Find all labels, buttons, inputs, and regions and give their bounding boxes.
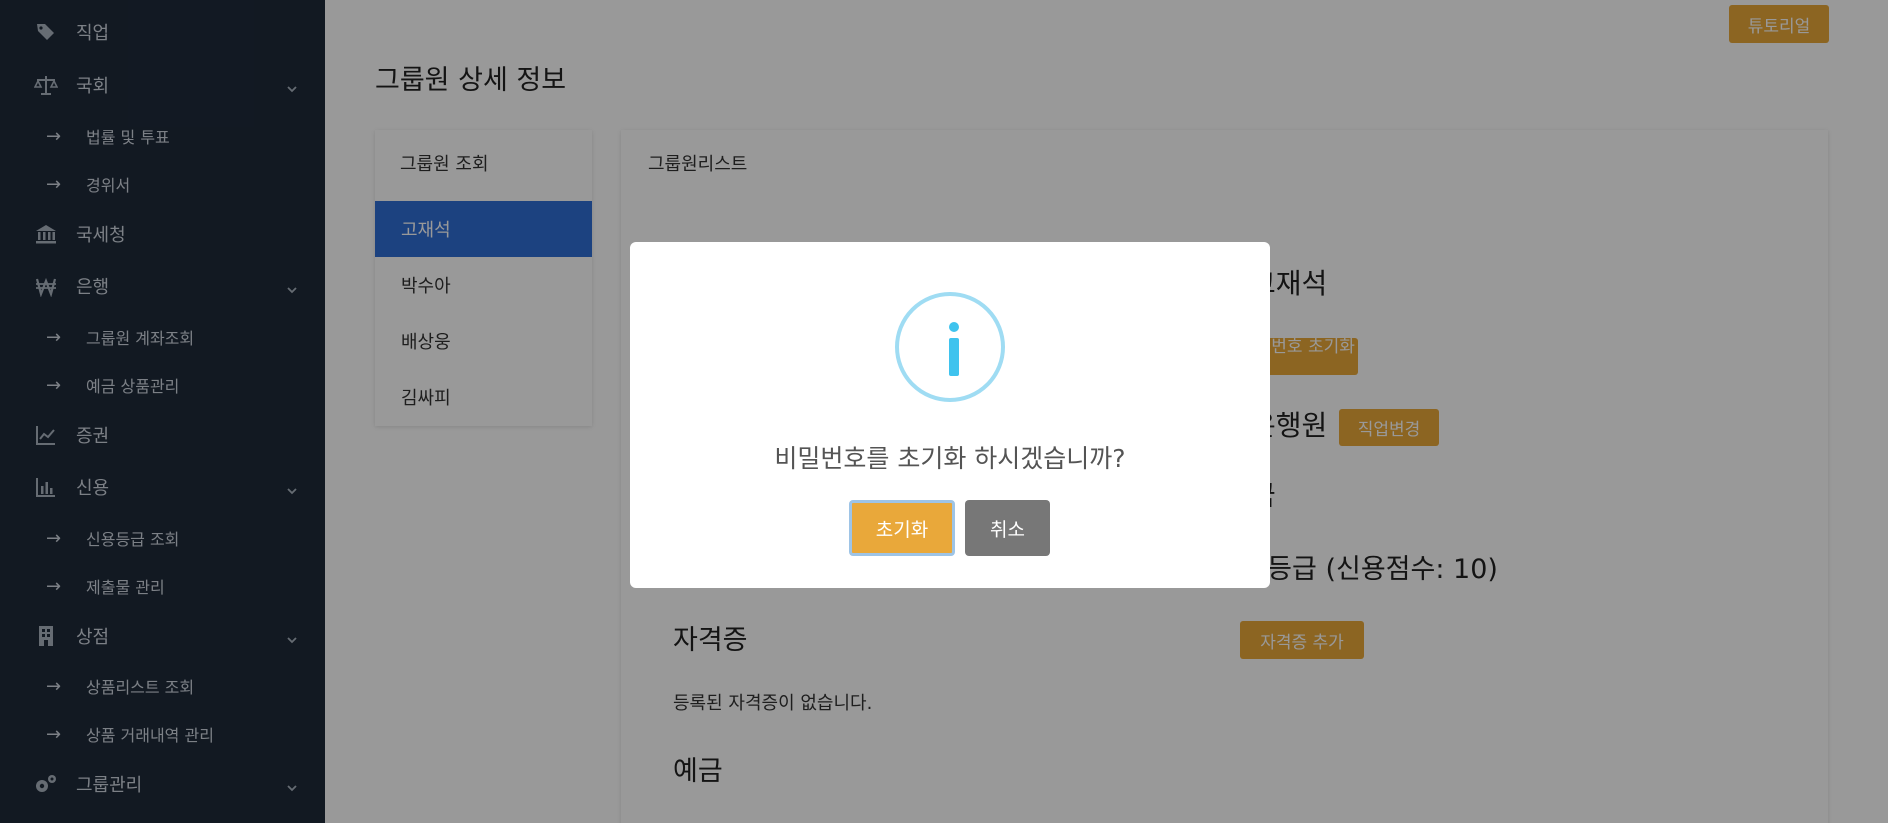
- cancel-button[interactable]: 취소: [965, 500, 1050, 556]
- confirm-modal: 비밀번호를 초기화 하시겠습니까? 초기화 취소: [630, 242, 1270, 588]
- modal-message: 비밀번호를 초기화 하시겠습니까?: [774, 444, 1126, 473]
- info-icon: [895, 292, 1005, 402]
- confirm-reset-button[interactable]: 초기화: [849, 500, 955, 556]
